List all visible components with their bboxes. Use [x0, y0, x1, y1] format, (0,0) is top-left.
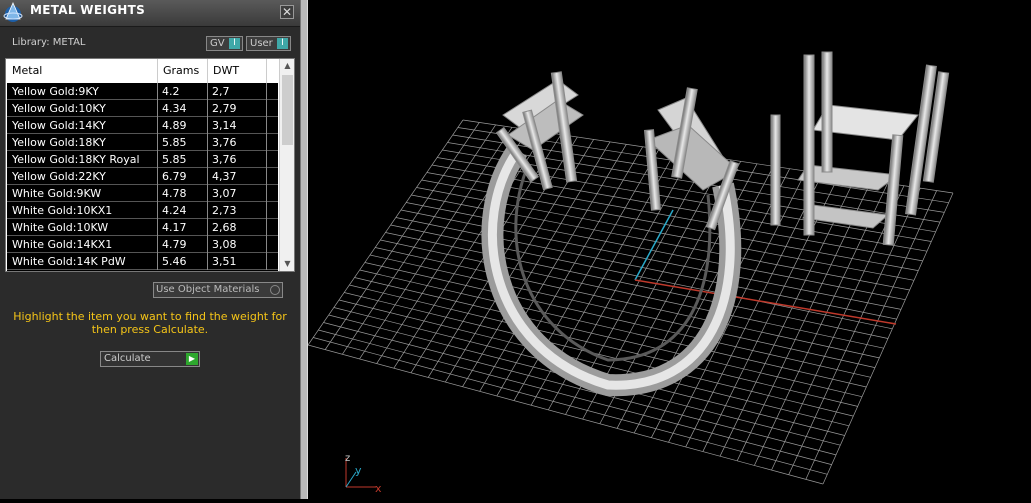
cell-metal: White Gold:10KW — [12, 221, 109, 234]
table-row[interactable]: White Gold:10KW 4.17 2,68 — [7, 219, 278, 236]
gv-toggle-label: GV — [210, 38, 225, 49]
cell-metal: Yellow Gold:18KY Royal — [12, 153, 140, 166]
cell-grams: 4.89 — [162, 119, 187, 132]
cell-grams: 4.24 — [162, 204, 187, 217]
cell-dwt: 2,7 — [212, 85, 230, 98]
cell-metal: Yellow Gold:10KY — [12, 102, 106, 115]
cell-metal: Yellow Gold:9KY — [12, 85, 99, 98]
use-object-materials-label: Use Object Materials — [156, 284, 260, 295]
table-row[interactable]: Yellow Gold:9KY 4.2 2,7 — [7, 83, 278, 100]
cell-metal: Yellow Gold:22KY — [12, 170, 106, 183]
gv-toggle[interactable]: GV I — [206, 36, 243, 51]
cell-dwt: 2,73 — [212, 204, 237, 217]
panel-splitter[interactable] — [300, 0, 308, 499]
cell-grams: 4.34 — [162, 102, 187, 115]
cell-dwt: 3,07 — [212, 187, 237, 200]
table-header: Metal Grams DWT — [6, 59, 278, 83]
cell-metal: Yellow Gold:14KY — [12, 119, 106, 132]
panel-title: METAL WEIGHTS — [30, 3, 146, 17]
metal-table: Metal Grams DWT Yellow Gold:9KY 4.2 2,7 Ye… — [5, 58, 295, 272]
table-row[interactable]: Yellow Gold:18KY Royal 5.85 3,76 — [7, 151, 278, 168]
app-logo-icon — [3, 2, 23, 22]
table-row[interactable]: White Gold:9KW 4.78 3,07 — [7, 185, 278, 202]
grid-line — [385, 232, 889, 339]
calculate-button[interactable]: Calculate ▶ — [100, 351, 200, 367]
checkbox-icon — [270, 285, 280, 295]
table-row[interactable]: Yellow Gold:18KY 5.85 3,76 — [7, 134, 278, 151]
column-header-grams[interactable]: Grams — [163, 64, 199, 77]
metal-weights-panel: METAL WEIGHTS ✕ Library: METAL GV I User… — [0, 0, 300, 499]
table-scrollbar[interactable]: ▲ ▼ — [279, 59, 294, 271]
scroll-up-icon[interactable]: ▲ — [280, 59, 294, 73]
gizmo-z-label: z — [345, 453, 350, 464]
grid-line — [805, 190, 937, 480]
grid-line — [344, 292, 854, 417]
cell-dwt: 3,76 — [212, 136, 237, 149]
table-row[interactable]: White Gold:14K PdW 5.46 3,51 — [7, 253, 278, 270]
cell-grams: 4.79 — [162, 238, 187, 251]
scene-canvas[interactable]: z y x — [307, 0, 1031, 499]
grid-line — [323, 322, 837, 456]
table-row[interactable]: Yellow Gold:14KY 4.89 3,14 — [7, 117, 278, 134]
grid-line — [318, 329, 832, 465]
table-row[interactable]: White Gold:10KX1 4.24 2,73 — [7, 202, 278, 219]
user-toggle-switch-icon: I — [277, 38, 288, 49]
table-row[interactable]: Yellow Gold:10KY 4.34 2,79 — [7, 100, 278, 117]
scroll-thumb[interactable] — [282, 75, 293, 145]
close-button[interactable]: ✕ — [280, 5, 294, 19]
gv-toggle-switch-icon: I — [229, 38, 240, 49]
table-row-partial[interactable] — [7, 270, 278, 271]
calculate-label: Calculate — [104, 353, 151, 364]
gizmo-y-label: y — [355, 464, 362, 477]
instruction-text: Highlight the item you want to find the … — [13, 310, 287, 336]
axis-gizmo: z y x — [345, 453, 382, 495]
cell-grams: 5.85 — [162, 136, 187, 149]
table-row[interactable]: Yellow Gold:22KY 6.79 4,37 — [7, 168, 278, 185]
cell-dwt: 3,76 — [212, 153, 237, 166]
cell-dwt: 2,68 — [212, 221, 237, 234]
right-setting-head — [770, 51, 950, 246]
cell-grams: 4.2 — [162, 85, 180, 98]
user-toggle-label: User — [250, 38, 273, 49]
ring-shank — [481, 143, 742, 397]
library-label: Library: METAL — [12, 37, 86, 48]
cell-dwt: 3,14 — [212, 119, 237, 132]
cell-dwt: 3,08 — [212, 238, 237, 251]
cell-dwt: 3,51 — [212, 255, 237, 268]
grid-line — [369, 254, 876, 368]
3d-viewport[interactable]: z y x — [307, 0, 1031, 499]
table-row[interactable]: White Gold:14KX1 4.79 3,08 — [7, 236, 278, 253]
cell-grams: 5.85 — [162, 153, 187, 166]
play-arrow-icon: ▶ — [186, 353, 198, 365]
cell-metal: White Gold:14K PdW — [12, 255, 126, 268]
use-object-materials-checkbox[interactable]: Use Object Materials — [153, 282, 283, 298]
user-toggle[interactable]: User I — [246, 36, 291, 51]
scroll-down-icon[interactable]: ▼ — [280, 257, 294, 271]
gizmo-x-label: x — [375, 482, 382, 495]
cell-metal: Yellow Gold:18KY — [12, 136, 106, 149]
cell-grams: 5.46 — [162, 255, 187, 268]
table-body: Yellow Gold:9KY 4.2 2,7 Yellow Gold:10KY 4.… — [7, 83, 278, 271]
cell-grams: 6.79 — [162, 170, 187, 183]
column-header-dwt[interactable]: DWT — [213, 64, 239, 77]
cell-metal: White Gold:14KX1 — [12, 238, 113, 251]
cell-metal: White Gold:9KW — [12, 187, 102, 200]
grid-line — [338, 299, 850, 427]
cell-grams: 4.17 — [162, 221, 187, 234]
cell-grams: 4.78 — [162, 187, 187, 200]
panel-titlebar: METAL WEIGHTS ✕ — [0, 0, 300, 27]
cell-dwt: 4,37 — [212, 170, 237, 183]
column-header-metal[interactable]: Metal — [12, 64, 42, 77]
cell-metal: White Gold:10KX1 — [12, 204, 113, 217]
cell-dwt: 2,79 — [212, 102, 237, 115]
